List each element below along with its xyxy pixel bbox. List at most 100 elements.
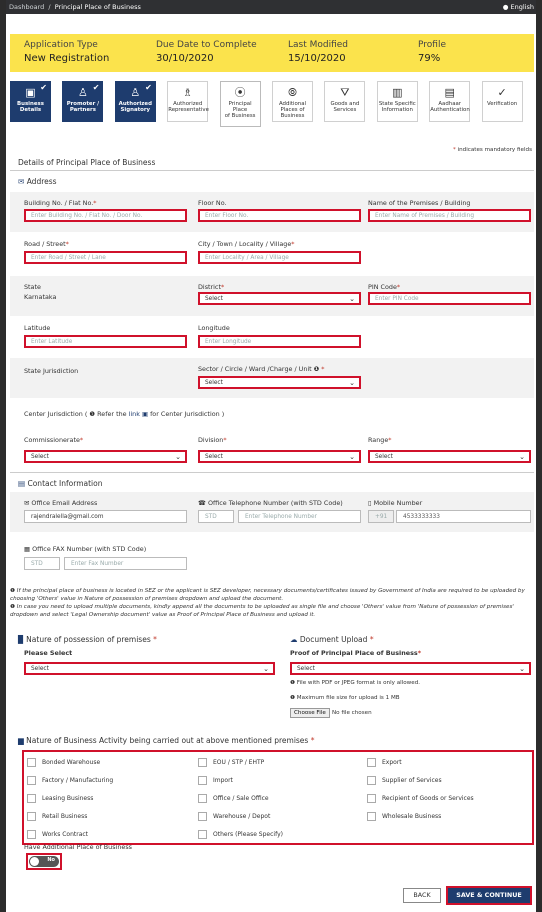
back-button[interactable]: BACK <box>403 888 441 903</box>
activity-checkbox[interactable] <box>198 830 207 839</box>
upload-size-note: ❶ Maximum file size for upload is 1 MB <box>290 695 400 701</box>
email-input[interactable]: rajendralella@gmail.com <box>24 510 187 523</box>
activity-checkbox[interactable] <box>27 830 36 839</box>
commissionerate-select[interactable]: Select ⌄ <box>24 450 187 463</box>
activity-checkbox[interactable] <box>27 758 36 767</box>
check-icon: ✔ <box>92 83 100 92</box>
step-additional-places-of[interactable]: ⦾ Additional Places of Business <box>272 81 313 122</box>
activity-checkbox[interactable] <box>367 776 376 785</box>
briefcase-icon: ▣ <box>25 86 36 99</box>
info-due-date: Due Date to Complete 30/10/2020 <box>156 40 257 64</box>
envelope-icon: ✉ <box>18 177 25 186</box>
choose-file-button[interactable]: Choose File <box>290 708 330 718</box>
longitude-label: Longitude <box>198 324 230 332</box>
chevron-down-icon: ⌄ <box>349 453 355 461</box>
save-continue-button[interactable]: SAVE & CONTINUE <box>446 886 532 905</box>
map-pin-icon: ⦾ <box>288 86 297 99</box>
activity-checkbox[interactable] <box>27 794 36 803</box>
activity-checkbox[interactable] <box>27 776 36 785</box>
email-label: ✉ Office Email Address <box>24 499 98 507</box>
step-authorized-representative[interactable]: ♗ Authorized Representative <box>167 81 209 122</box>
top-bar: Dashboard / Principal Place of Business … <box>6 0 536 14</box>
step-state-specific-information[interactable]: ▥ State Specific Information <box>376 81 418 122</box>
step-principal-place-of-business[interactable]: ⦿ Principal Place of Business <box>219 81 261 127</box>
division-select[interactable]: Select ⌄ <box>198 450 361 463</box>
chevron-down-icon: ⌄ <box>175 453 181 461</box>
activity-checkbox-label: Retail Business <box>42 813 88 820</box>
step-goods-and-services[interactable]: ⛛ Goods and Services <box>324 81 366 122</box>
telephone-input[interactable]: Enter Telephone Number <box>238 510 361 523</box>
activity-checkbox[interactable] <box>198 794 207 803</box>
city-input[interactable]: Enter Locality / Area / Village <box>198 251 361 264</box>
longitude-input[interactable]: Enter Longitude <box>198 335 361 348</box>
breadcrumb-home[interactable]: Dashboard <box>9 3 44 11</box>
road-label: Road / Street* <box>24 240 69 248</box>
center-jurisdiction-link[interactable]: link <box>129 410 140 418</box>
activity-checkbox-label: Others (Please Specify) <box>213 831 283 838</box>
address-header: ✉ Address <box>18 177 57 186</box>
page: Dashboard / Principal Place of Business … <box>6 0 536 912</box>
latitude-input[interactable]: Enter Latitude <box>24 335 187 348</box>
sector-select[interactable]: Select ⌄ <box>198 376 361 389</box>
pin-input[interactable]: Enter PIN Code <box>368 292 531 305</box>
commissionerate-label: Commissionerate* <box>24 436 84 444</box>
breadcrumb: Dashboard / Principal Place of Business <box>9 3 141 11</box>
info-icon: ❶ <box>89 410 96 418</box>
state-jurisdiction-label: State Jurisdiction <box>24 367 79 375</box>
activity-checkbox[interactable] <box>198 812 207 821</box>
possession-header: ▉ Nature of possession of premises * <box>18 635 157 644</box>
activity-checkbox[interactable] <box>198 758 207 767</box>
divider <box>10 170 534 171</box>
district-select[interactable]: Select ⌄ <box>198 292 361 305</box>
floor-input[interactable]: Enter Floor No. <box>198 209 361 222</box>
list-icon: ▆ <box>18 736 24 745</box>
chevron-down-icon: ⌄ <box>519 665 525 673</box>
std-input[interactable]: STD <box>198 510 234 523</box>
step-authorized-signatory[interactable]: ♙ Authorized Signatory ✔ <box>114 81 156 122</box>
proof-select[interactable]: Select ⌄ <box>290 662 531 675</box>
mobile-icon: ▯ <box>368 499 372 507</box>
activity-checkbox-label: Office / Sale Office <box>213 795 269 802</box>
fax-std-input[interactable]: STD <box>24 557 60 570</box>
step-business-details[interactable]: ▣ Business Details ✔ <box>10 81 51 122</box>
road-input[interactable]: Enter Road / Street / Lane <box>24 251 187 264</box>
info-icon: ❶ <box>290 680 296 686</box>
activity-checkbox-group: Bonded Warehouse Factory / Manufacturing L… <box>22 750 534 845</box>
activity-checkbox[interactable] <box>198 776 207 785</box>
toggle-knob <box>30 857 39 866</box>
activity-checkbox-label: Warehouse / Depot <box>213 813 271 820</box>
mobile-input[interactable]: 4533333333 <box>396 510 531 523</box>
check-icon: ✔ <box>40 83 47 92</box>
range-select[interactable]: Select ⌄ <box>368 450 531 463</box>
info-icon: ❶ <box>290 695 296 701</box>
possession-select[interactable]: Select ⌄ <box>24 662 275 675</box>
no-file-chosen: No file chosen <box>332 710 372 716</box>
activity-checkbox-label: Export <box>382 759 402 766</box>
building-input[interactable]: Enter Building No. / Flat No. / Door No. <box>24 209 187 222</box>
chevron-down-icon: ⌄ <box>349 379 355 387</box>
activity-checkbox-label: Supplier of Services <box>382 777 442 784</box>
center-jurisdiction-label: Center Jurisdiction ( ❶ Refer the link ▣… <box>24 410 225 418</box>
additional-place-toggle[interactable]: No <box>26 853 62 870</box>
premises-input[interactable]: Enter Name of Premises / Building <box>368 209 531 222</box>
city-label: City / Town / Locality / Village* <box>198 240 295 248</box>
step-aadhaar-authentication[interactable]: ▤ Aadhaar Authentication <box>429 81 471 122</box>
division-label: Division* <box>198 436 227 444</box>
info-icon: ❶ <box>313 365 320 373</box>
info-icon: ❶ <box>10 604 16 610</box>
activity-checkbox[interactable] <box>367 812 376 821</box>
fax-icon: ▦ <box>24 545 31 553</box>
cloud-upload-icon: ☁ <box>290 635 298 644</box>
activity-checkbox[interactable] <box>367 758 376 767</box>
language-selector[interactable]: ● English <box>503 3 534 11</box>
building-label: Building No. / Flat No.* <box>24 199 97 207</box>
fax-input[interactable]: Enter Fax Number <box>64 557 187 570</box>
floor-label: Floor No. <box>198 199 227 207</box>
activity-checkbox[interactable] <box>367 794 376 803</box>
step-verification[interactable]: ✓ Verification <box>481 81 523 122</box>
activity-checkbox[interactable] <box>27 812 36 821</box>
activity-checkbox-label: Import <box>213 777 233 784</box>
step-promoter-partners[interactable]: ♙ Promoter / Partners ✔ <box>62 81 104 122</box>
activity-checkbox-label: Bonded Warehouse <box>42 759 101 766</box>
activity-checkbox-label: Factory / Manufacturing <box>42 777 114 784</box>
